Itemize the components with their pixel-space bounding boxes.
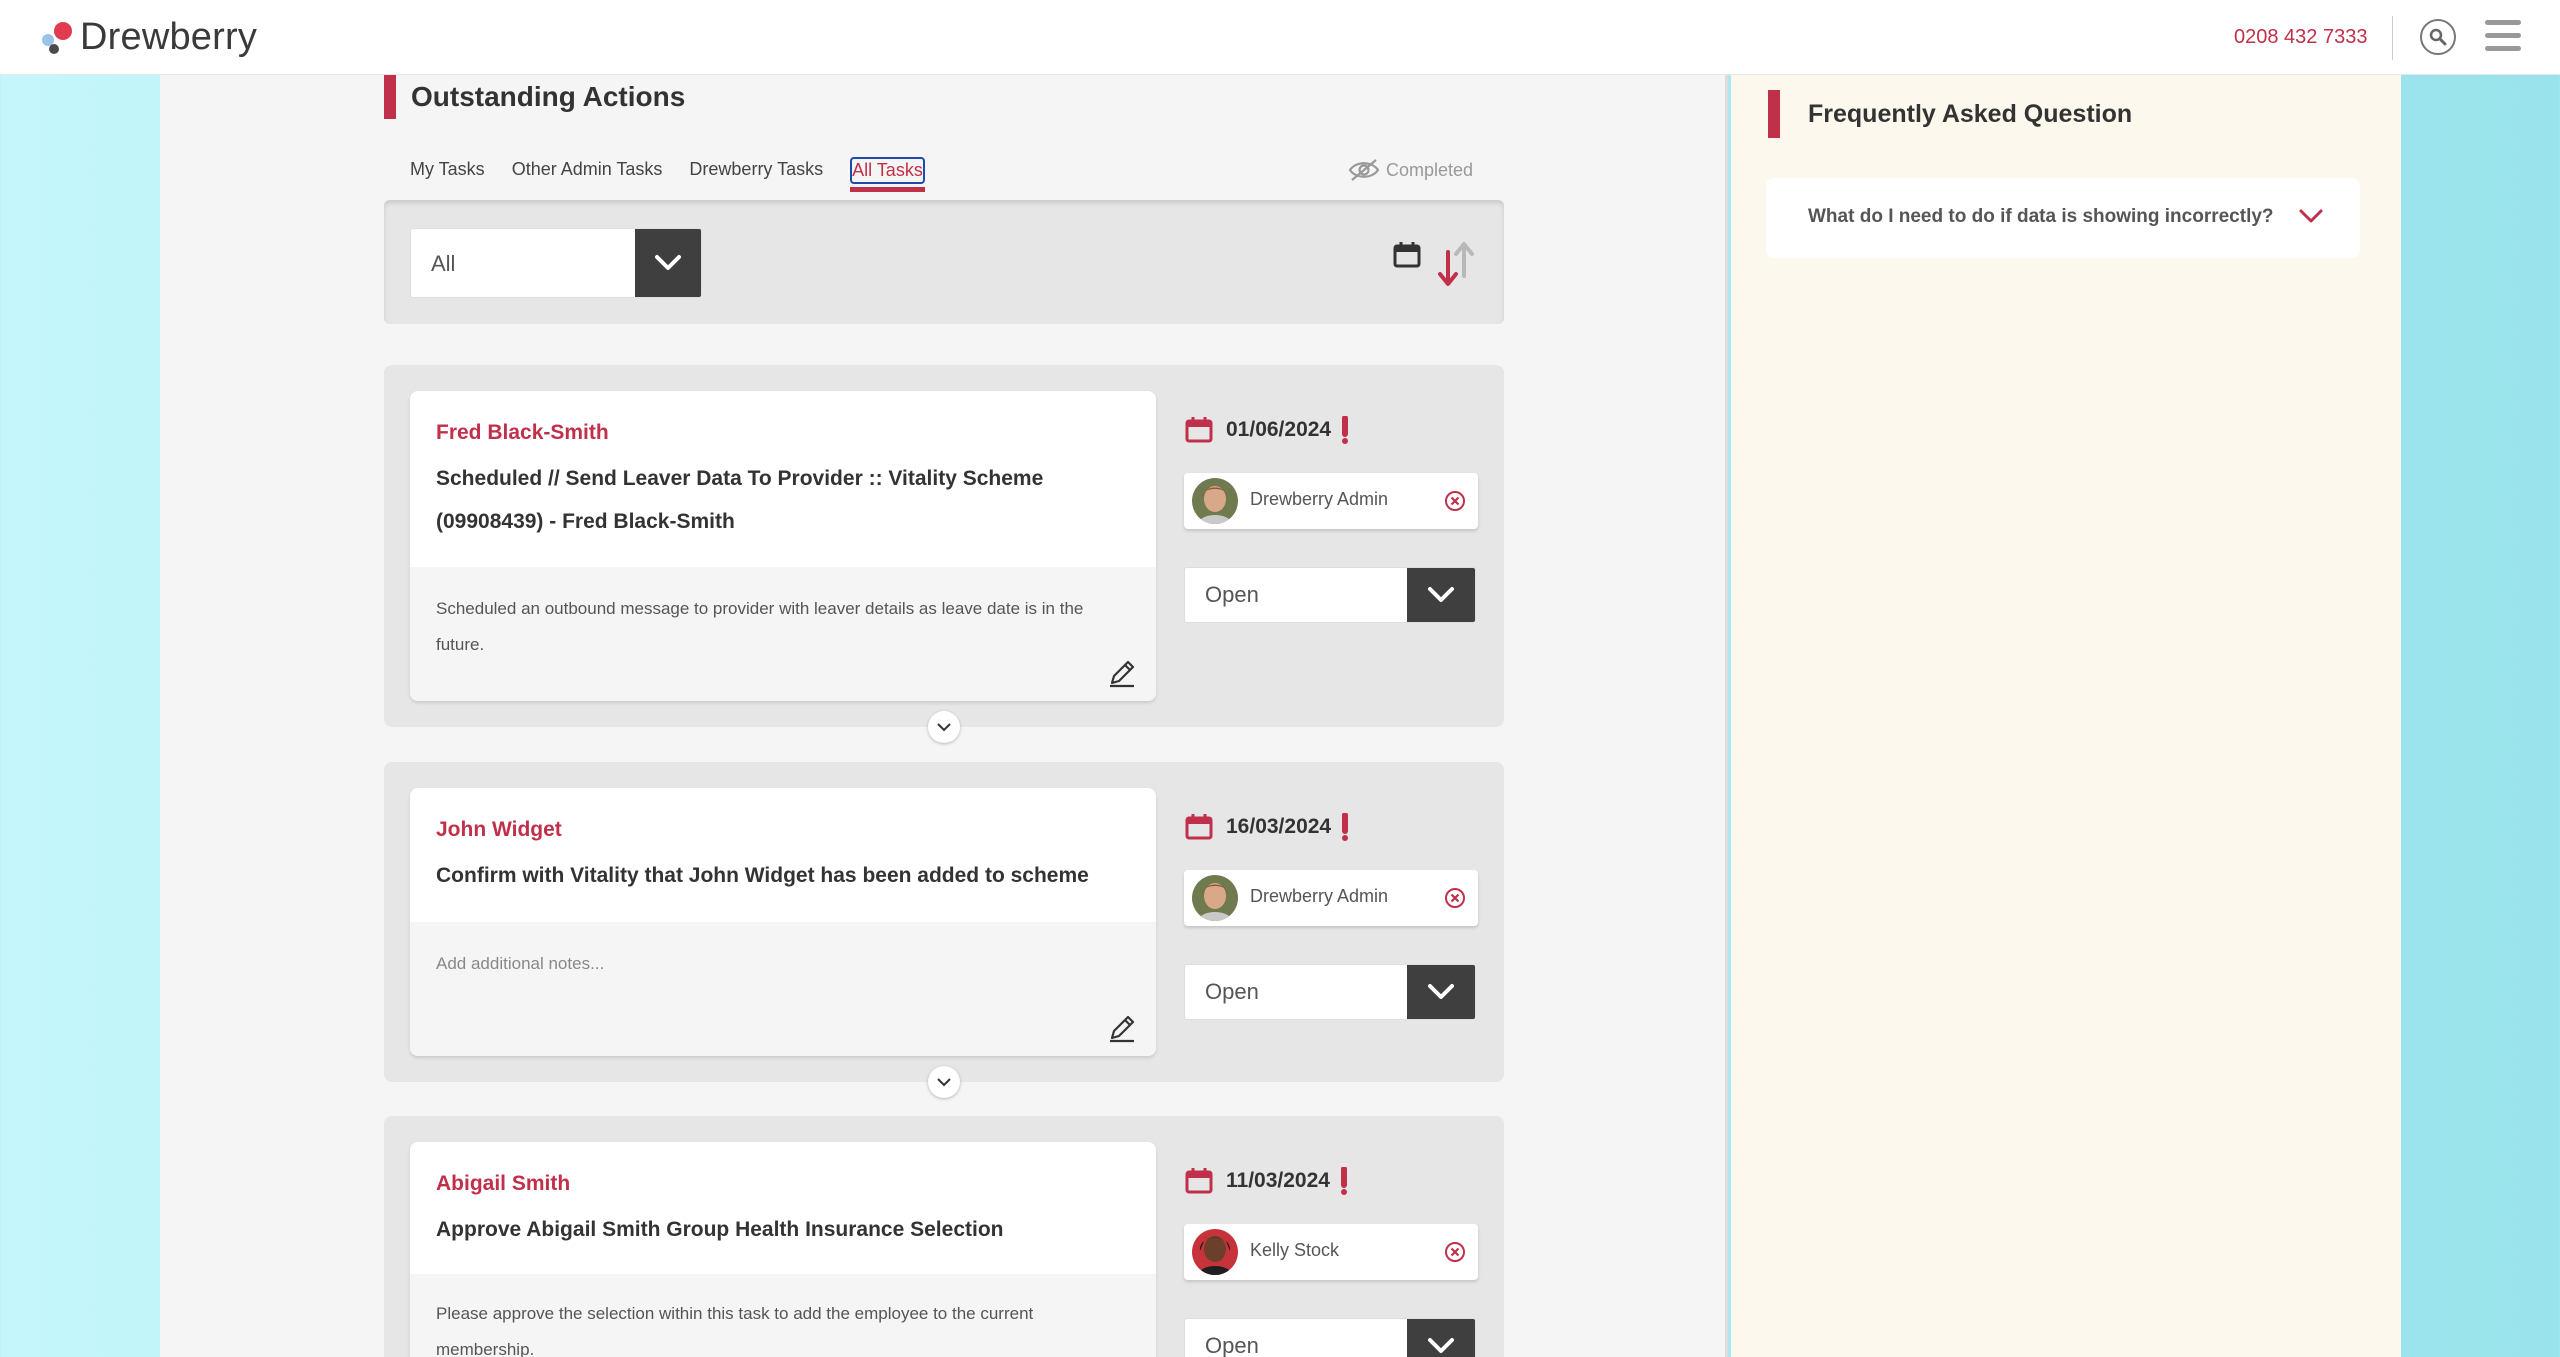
calendar-icon <box>1185 1168 1213 1194</box>
task-title: Approve Abigail Smith Group Health Insur… <box>436 1218 1004 1241</box>
remove-assignee-icon[interactable] <box>1444 1241 1466 1263</box>
page-title-text: Outstanding Actions <box>411 81 686 112</box>
chevron-down-icon <box>937 723 951 732</box>
completed-toggle[interactable]: Completed <box>1348 158 1473 182</box>
due-date[interactable]: 11/03/2024 <box>1184 1166 1350 1196</box>
faq-title-text: Frequently Asked Question <box>1808 99 2133 128</box>
hamburger-menu-icon[interactable] <box>2485 20 2521 52</box>
due-date[interactable]: 01/06/2024 <box>1184 415 1351 445</box>
brand-name: Drewberry <box>80 16 258 58</box>
logo-dots-icon <box>40 20 76 56</box>
task-employee-name[interactable]: Fred Black-Smith <box>436 421 609 445</box>
task-employee-name[interactable]: Abigail Smith <box>436 1172 570 1196</box>
faq-title: Frequently Asked Question <box>1768 90 2132 138</box>
due-date[interactable]: 16/03/2024 <box>1184 812 1351 842</box>
assignee-name: Drewberry Admin <box>1250 489 1389 509</box>
completed-label: Completed <box>1386 159 1474 180</box>
faq-item[interactable]: What do I need to do if data is showing … <box>1766 178 2360 258</box>
title-accent-bar <box>1768 90 1780 138</box>
chevron-down-icon[interactable] <box>1407 1319 1475 1357</box>
task-notes[interactable]: Add additional notes... <box>410 922 1156 1056</box>
chevron-down-icon[interactable] <box>635 229 701 297</box>
filter-bar: All <box>384 200 1504 324</box>
sort-arrows-icon[interactable] <box>1434 240 1478 288</box>
task-notes-text: Please approve the selection within this… <box>436 1304 1034 1357</box>
brand-logo[interactable]: Drewberry <box>40 16 257 59</box>
task-status-value: Open <box>1205 582 1259 607</box>
due-date-text: 16/03/2024 <box>1226 815 1332 838</box>
tab-all-tasks[interactable]: All Tasks <box>850 157 925 192</box>
assignee-chip[interactable]: Kelly Stock <box>1184 1224 1478 1280</box>
calendar-icon <box>1185 417 1213 443</box>
search-icon <box>2429 28 2447 46</box>
calendar-icon <box>1185 814 1213 840</box>
faq-question: What do I need to do if data is showing … <box>1808 206 2274 227</box>
task-title: Confirm with Vitality that John Widget h… <box>436 864 1089 887</box>
phone-link[interactable]: 0208 432 7333 <box>2234 26 2367 49</box>
page-title: Outstanding Actions <box>384 75 685 119</box>
task-filter-select[interactable]: All <box>410 228 702 298</box>
chevron-down-icon[interactable] <box>1407 568 1475 622</box>
search-button[interactable] <box>2420 19 2456 55</box>
top-header: Drewberry 0208 432 7333 <box>0 0 2560 75</box>
task-status-select[interactable]: Open <box>1184 1318 1476 1357</box>
task-card: Fred Black-Smith Scheduled // Send Leave… <box>384 365 1504 743</box>
task-body[interactable]: Fred Black-Smith Scheduled // Send Leave… <box>410 391 1156 701</box>
chevron-down-icon[interactable] <box>1407 965 1475 1019</box>
task-filter-value: All <box>431 251 456 276</box>
task-notes[interactable]: Please approve the selection within this… <box>410 1274 1156 1357</box>
chevron-down-icon[interactable] <box>2298 208 2324 224</box>
task-body[interactable]: John Widget Confirm with Vitality that J… <box>410 788 1156 1056</box>
task-employee-name[interactable]: John Widget <box>436 818 562 842</box>
edit-pencil-icon[interactable] <box>1106 657 1138 689</box>
assignee-name: Kelly Stock <box>1250 1240 1340 1260</box>
assignee-name: Drewberry Admin <box>1250 886 1389 906</box>
tab-my-tasks[interactable]: My Tasks <box>410 157 485 184</box>
expand-task-button[interactable] <box>928 1066 960 1098</box>
sort-controls <box>1392 240 1478 288</box>
task-card: John Widget Confirm with Vitality that J… <box>384 762 1504 1098</box>
assignee-chip[interactable]: Drewberry Admin <box>1184 870 1478 926</box>
expand-task-button[interactable] <box>928 711 960 743</box>
avatar <box>1192 478 1238 524</box>
header-divider <box>2392 16 2393 60</box>
task-notes-text: Add additional notes... <box>436 954 605 973</box>
exclamation-icon <box>1340 1167 1347 1195</box>
task-status-select[interactable]: Open <box>1184 964 1476 1020</box>
tab-drewberry-tasks[interactable]: Drewberry Tasks <box>689 157 823 184</box>
title-accent-bar <box>384 75 396 119</box>
faq-panel <box>1731 75 2401 1357</box>
exclamation-icon <box>1342 416 1349 444</box>
avatar <box>1192 875 1238 921</box>
assignee-chip[interactable]: Drewberry Admin <box>1184 473 1478 529</box>
chevron-down-icon <box>937 1078 951 1087</box>
task-status-select[interactable]: Open <box>1184 567 1476 623</box>
eye-slash-icon <box>1348 159 1380 181</box>
task-notes-text: Scheduled an outbound message to provide… <box>436 599 1084 654</box>
task-status-value: Open <box>1205 1333 1259 1357</box>
tab-other-admin-tasks[interactable]: Other Admin Tasks <box>512 157 663 184</box>
task-title: Scheduled // Send Leaver Data To Provide… <box>436 467 1044 533</box>
task-status-value: Open <box>1205 979 1259 1004</box>
avatar <box>1192 1229 1238 1275</box>
exclamation-icon <box>1342 813 1349 841</box>
remove-assignee-icon[interactable] <box>1444 490 1466 512</box>
due-date-text: 01/06/2024 <box>1226 418 1332 441</box>
edit-pencil-icon[interactable] <box>1106 1012 1138 1044</box>
remove-assignee-icon[interactable] <box>1444 887 1466 909</box>
task-body[interactable]: Abigail Smith Approve Abigail Smith Grou… <box>410 1142 1156 1357</box>
task-notes[interactable]: Scheduled an outbound message to provide… <box>410 567 1156 701</box>
due-date-text: 11/03/2024 <box>1226 1169 1330 1192</box>
calendar-icon[interactable] <box>1392 240 1422 270</box>
task-card: Abigail Smith Approve Abigail Smith Grou… <box>384 1116 1504 1357</box>
task-tabs: My Tasks Other Admin Tasks Drewberry Tas… <box>410 157 925 192</box>
